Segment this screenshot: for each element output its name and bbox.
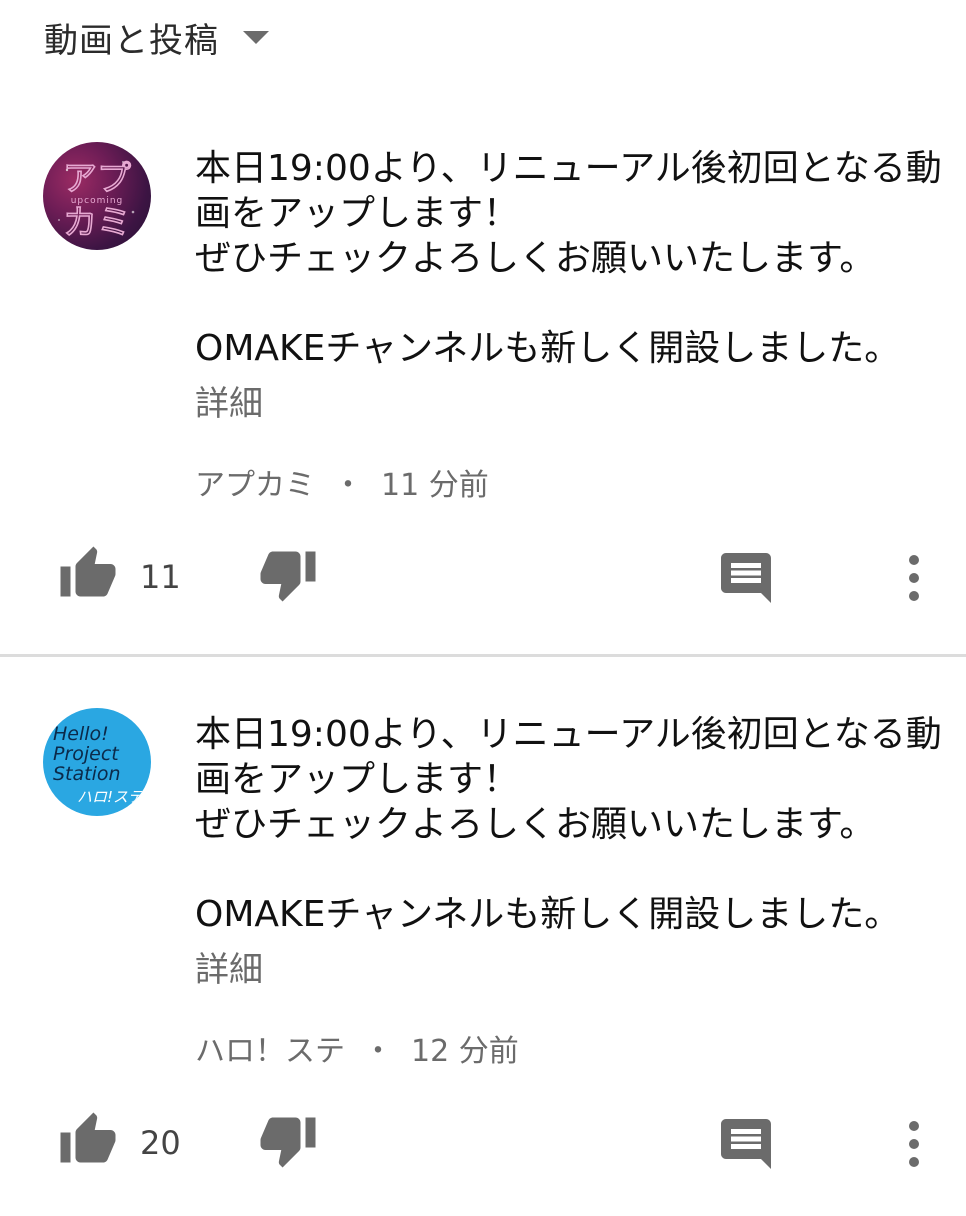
like-button[interactable] (58, 544, 118, 604)
avatar-text-line3: Station (53, 763, 121, 785)
avatar-text-line2: カミ (63, 203, 131, 243)
meta-separator: ・ (333, 468, 363, 503)
comment-icon (721, 553, 771, 603)
filter-label: 動画と投稿 (44, 20, 219, 61)
channel-avatar[interactable]: Hello! Project Station ハロ!ステ (43, 708, 151, 816)
avatar-logo: アプ upcoming カミ (58, 158, 135, 244)
post-time: 12 分前 (411, 1034, 519, 1069)
dislike-button[interactable] (258, 544, 318, 604)
channel-avatar[interactable]: アプ upcoming カミ (43, 142, 151, 250)
post-meta: アプカミ ・ 11 分前 (195, 460, 489, 504)
comment-button[interactable] (716, 548, 776, 608)
dislike-button[interactable] (258, 1110, 318, 1170)
action-bar: 20 (0, 1106, 966, 1176)
thumb-up-icon (60, 546, 116, 597)
chevron-down-icon (243, 30, 269, 44)
avatar-text-line1: Hello! (53, 723, 109, 745)
thumb-down-icon (260, 1117, 316, 1168)
post-body: 本日19:00より、リニューアル後初回となる動画をアップします！ ぜひチェックよ… (195, 714, 942, 935)
more-options-button[interactable] (900, 1116, 928, 1172)
avatar-text-line1: アプ (63, 159, 131, 199)
read-more-link[interactable]: 詳細 (195, 942, 263, 991)
comment-button[interactable] (716, 1114, 776, 1174)
post-meta: ハロ！ステ ・ 12 分前 (195, 1026, 519, 1070)
filter-dropdown[interactable]: 動画と投稿 (44, 14, 269, 61)
read-more-link[interactable]: 詳細 (195, 376, 263, 425)
more-options-button[interactable] (900, 550, 928, 606)
action-bar: 11 (0, 540, 966, 610)
community-post: アプ upcoming カミ 本日19:00より、リニューアル後初回となる動画を… (0, 110, 966, 650)
meta-separator: ・ (363, 1034, 393, 1069)
thumb-up-icon (60, 1112, 116, 1163)
comment-icon (721, 1119, 771, 1169)
community-post: Hello! Project Station ハロ!ステ 本日19:00より、リ… (0, 676, 966, 1216)
post-time: 11 分前 (381, 468, 489, 503)
like-button[interactable] (58, 1110, 118, 1170)
like-count: 20 (140, 1124, 181, 1162)
post-body: 本日19:00より、リニューアル後初回となる動画をアップします！ ぜひチェックよ… (195, 148, 942, 369)
like-count: 11 (140, 558, 181, 596)
avatar-text-line2: Project (53, 743, 120, 765)
avatar-logo: Hello! Project Station ハロ!ステ (53, 723, 144, 806)
post-divider (0, 654, 966, 657)
more-vert-icon (909, 1121, 919, 1167)
more-vert-icon (909, 555, 919, 601)
author-name[interactable]: ハロ！ステ (195, 1026, 345, 1070)
thumb-down-icon (260, 551, 316, 602)
author-name[interactable]: アプカミ (195, 460, 315, 504)
avatar-text-small: ハロ!ステ (77, 788, 144, 806)
